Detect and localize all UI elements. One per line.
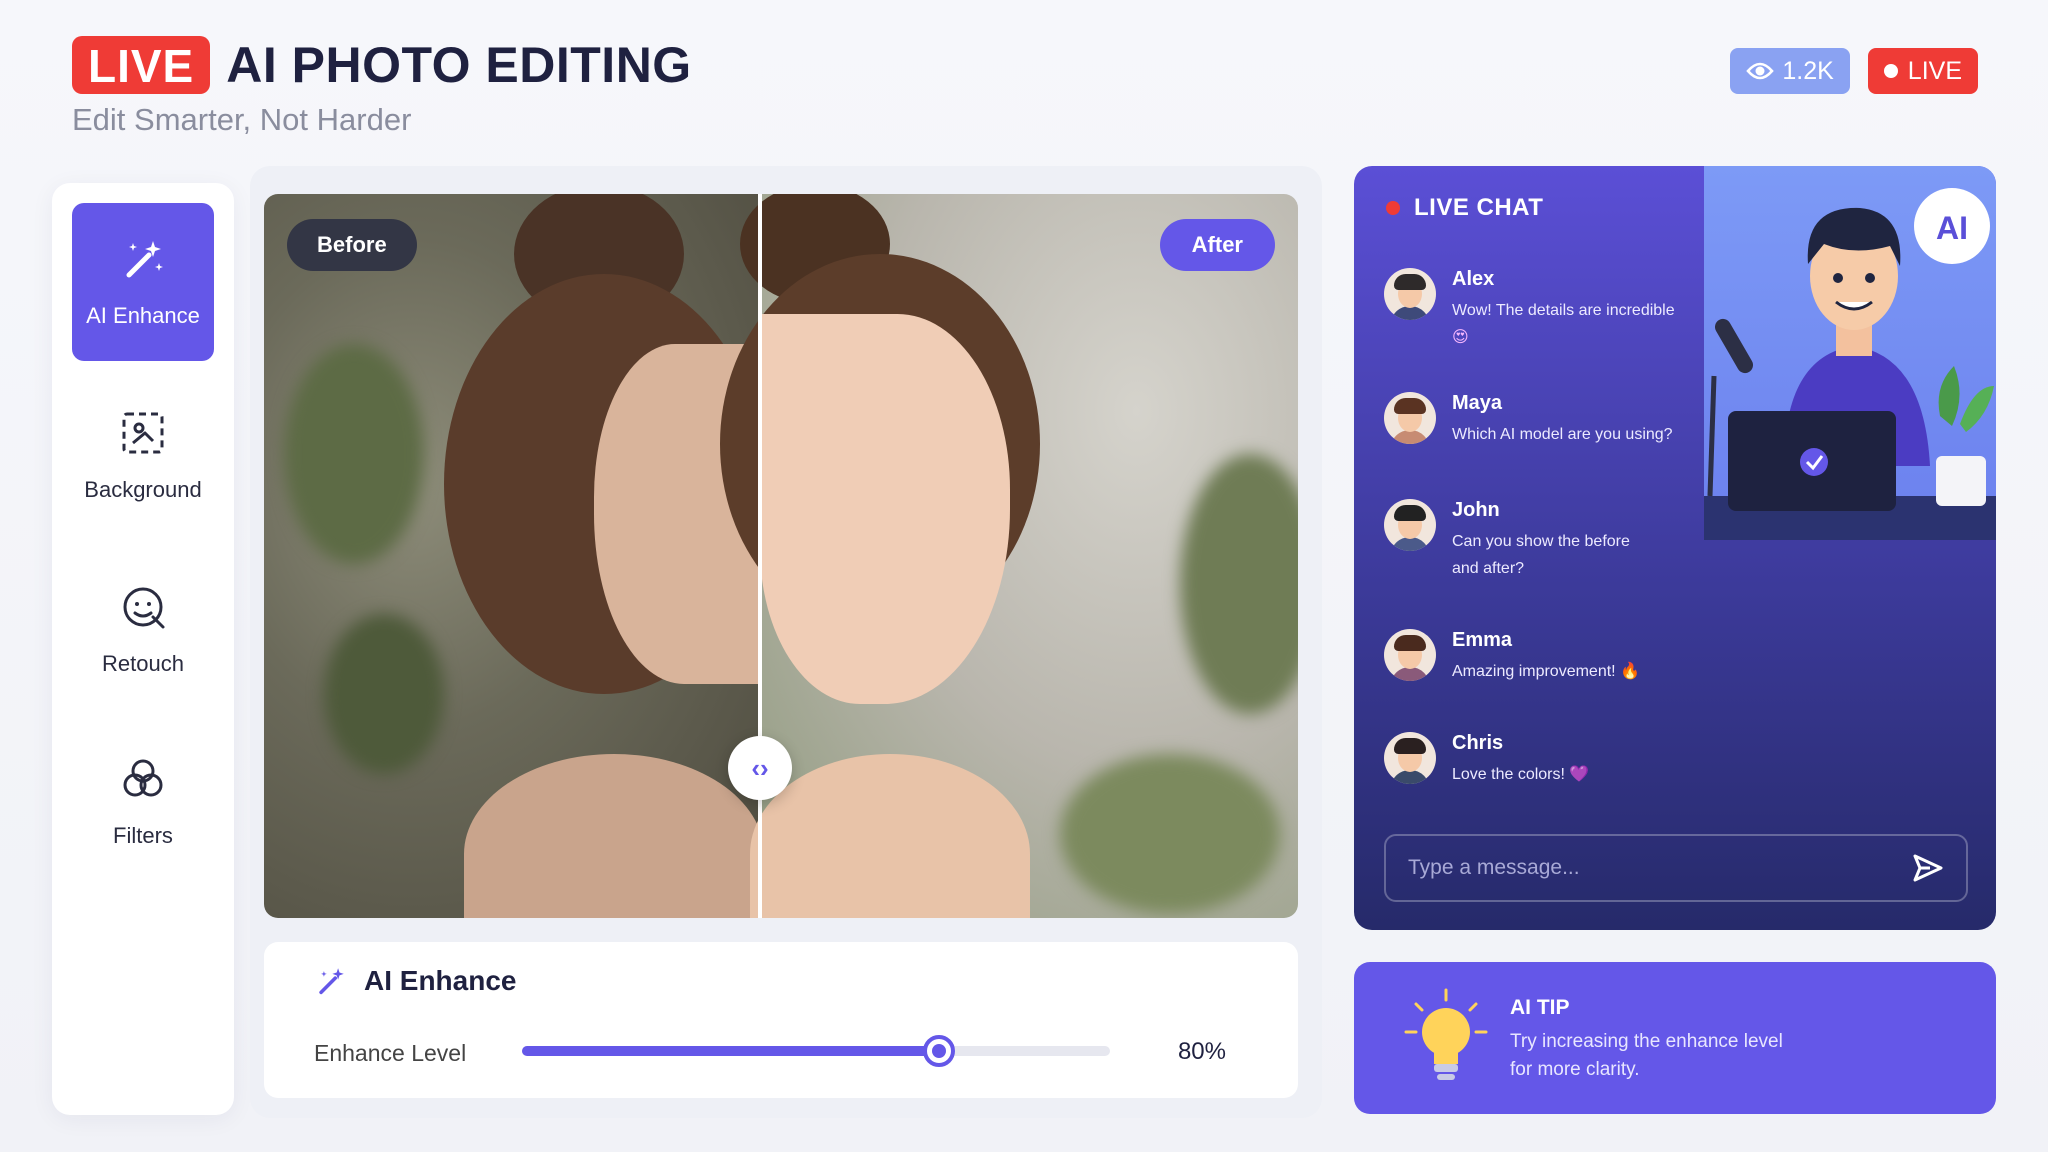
- page-subtitle: Edit Smarter, Not Harder: [72, 102, 412, 137]
- page-title: AI PHOTO EDITING: [226, 37, 692, 93]
- background-select-icon: [122, 412, 164, 454]
- streamer-illustration: AI: [1704, 166, 1996, 540]
- chat-emoji: 🔥: [1620, 663, 1640, 680]
- face-retouch-icon: [123, 587, 165, 629]
- avatar: [1384, 268, 1436, 320]
- chat-username: Emma: [1452, 629, 1513, 651]
- live-status-label: LIVE: [1907, 56, 1962, 85]
- slider-fill: [522, 1046, 940, 1056]
- tool-label: Retouch: [102, 651, 184, 676]
- enhance-title: AI Enhance: [364, 965, 517, 996]
- chevron-left-right-icon: ‹›: [751, 752, 769, 783]
- tool-rail: AI Enhance Background Retouch Filters: [52, 183, 234, 1115]
- top-badges: 1.2K LIVE: [1730, 48, 1978, 94]
- chat-text-body: Love the colors!: [1452, 766, 1565, 783]
- streamer-graphic: AI: [1704, 188, 1996, 540]
- tool-label: AI Enhance: [86, 303, 200, 328]
- chat-text-body: Wow! The details are incredible: [1452, 302, 1675, 319]
- magic-wand-icon: [126, 241, 163, 278]
- live-dot-icon: [1386, 201, 1400, 215]
- chat-message-input[interactable]: Type a message...: [1384, 834, 1968, 902]
- enhance-level-value: 80%: [1177, 1038, 1226, 1065]
- live-status-badge: LIVE: [1867, 48, 1978, 94]
- ai-tip-title: AI TIP: [1510, 996, 1570, 1019]
- chat-text-body: Which AI model are you using?: [1452, 426, 1673, 443]
- after-label: After: [1159, 219, 1275, 271]
- tool-label: Filters: [113, 823, 173, 848]
- chat-username: John: [1452, 499, 1500, 521]
- chat-message: John Can you show the before and after?: [1384, 499, 1694, 582]
- enhance-panel: AI Enhance Enhance Level 80%: [264, 942, 1298, 1098]
- chat-message: Chris Love the colors! 💜: [1384, 732, 1694, 788]
- avatar: [1384, 629, 1436, 681]
- tool-label: Background: [84, 477, 202, 502]
- tool-background[interactable]: Background: [72, 377, 214, 535]
- enhance-level-slider[interactable]: [522, 1035, 1110, 1067]
- chat-username: Maya: [1452, 392, 1503, 414]
- chat-text-body: Amazing improvement!: [1452, 663, 1616, 680]
- enhance-level-label: Enhance Level: [314, 1040, 467, 1066]
- send-icon[interactable]: [1912, 852, 1944, 884]
- viewer-count-badge: 1.2K: [1730, 48, 1850, 94]
- chat-message: Maya Which AI model are you using?: [1384, 392, 1694, 448]
- tool-filters[interactable]: Filters: [72, 723, 214, 881]
- ai-speech-badge: AI: [1936, 210, 1968, 246]
- viewer-count: 1.2K: [1782, 56, 1834, 85]
- enhance-header: AI Enhance: [314, 964, 516, 998]
- avatar: [1384, 499, 1436, 551]
- chat-header: LIVE CHAT: [1386, 194, 1543, 222]
- chat-message: Emma Amazing improvement! 🔥: [1384, 629, 1694, 685]
- split-handle[interactable]: ‹›: [728, 736, 792, 800]
- chat-text: Amazing improvement! 🔥: [1452, 658, 1640, 685]
- tool-ai-enhance[interactable]: AI Enhance: [72, 203, 214, 361]
- chat-title: LIVE CHAT: [1414, 194, 1544, 221]
- split-divider: [758, 194, 762, 918]
- before-image: [264, 194, 774, 918]
- avatar: [1384, 732, 1436, 784]
- ai-tip-card: AI TIP Try increasing the enhance level …: [1354, 962, 1996, 1114]
- chat-input-placeholder: Type a message...: [1408, 856, 1580, 879]
- ai-tip-text: Try increasing the enhance level for mor…: [1510, 1031, 1783, 1080]
- before-after-photo[interactable]: ‹› Before After: [264, 194, 1298, 918]
- avatar: [1384, 392, 1436, 444]
- tool-retouch[interactable]: Retouch: [72, 551, 214, 709]
- filters-icon: [123, 759, 163, 797]
- chat-text-body: Can you show the before and after?: [1452, 533, 1630, 577]
- chat-emoji: 😍: [1452, 329, 1469, 346]
- chat-username: Alex: [1452, 268, 1495, 290]
- after-image: [720, 194, 1298, 918]
- chat-username: Chris: [1452, 732, 1504, 754]
- title-row: LIVE AI PHOTO EDITING: [72, 36, 692, 94]
- chat-emoji: 💜: [1569, 766, 1590, 783]
- before-label: Before: [287, 219, 417, 271]
- live-tag: LIVE: [72, 36, 211, 94]
- header: LIVE AI PHOTO EDITING Edit Smarter, Not …: [72, 36, 692, 138]
- chat-message: Alex Wow! The details are incredible 😍: [1384, 268, 1694, 351]
- lightbulb-icon: [1404, 988, 1488, 1080]
- live-dot-icon: [1883, 64, 1898, 78]
- live-chat-panel: LIVE CHAT Alex Wow! The details are incr…: [1354, 166, 1996, 930]
- chat-text: Love the colors! 💜: [1452, 761, 1589, 788]
- eye-icon: [1746, 62, 1775, 80]
- slider-thumb[interactable]: [923, 1035, 956, 1067]
- magic-wand-icon: [319, 968, 344, 995]
- chat-text: Wow! The details are incredible 😍: [1452, 297, 1675, 351]
